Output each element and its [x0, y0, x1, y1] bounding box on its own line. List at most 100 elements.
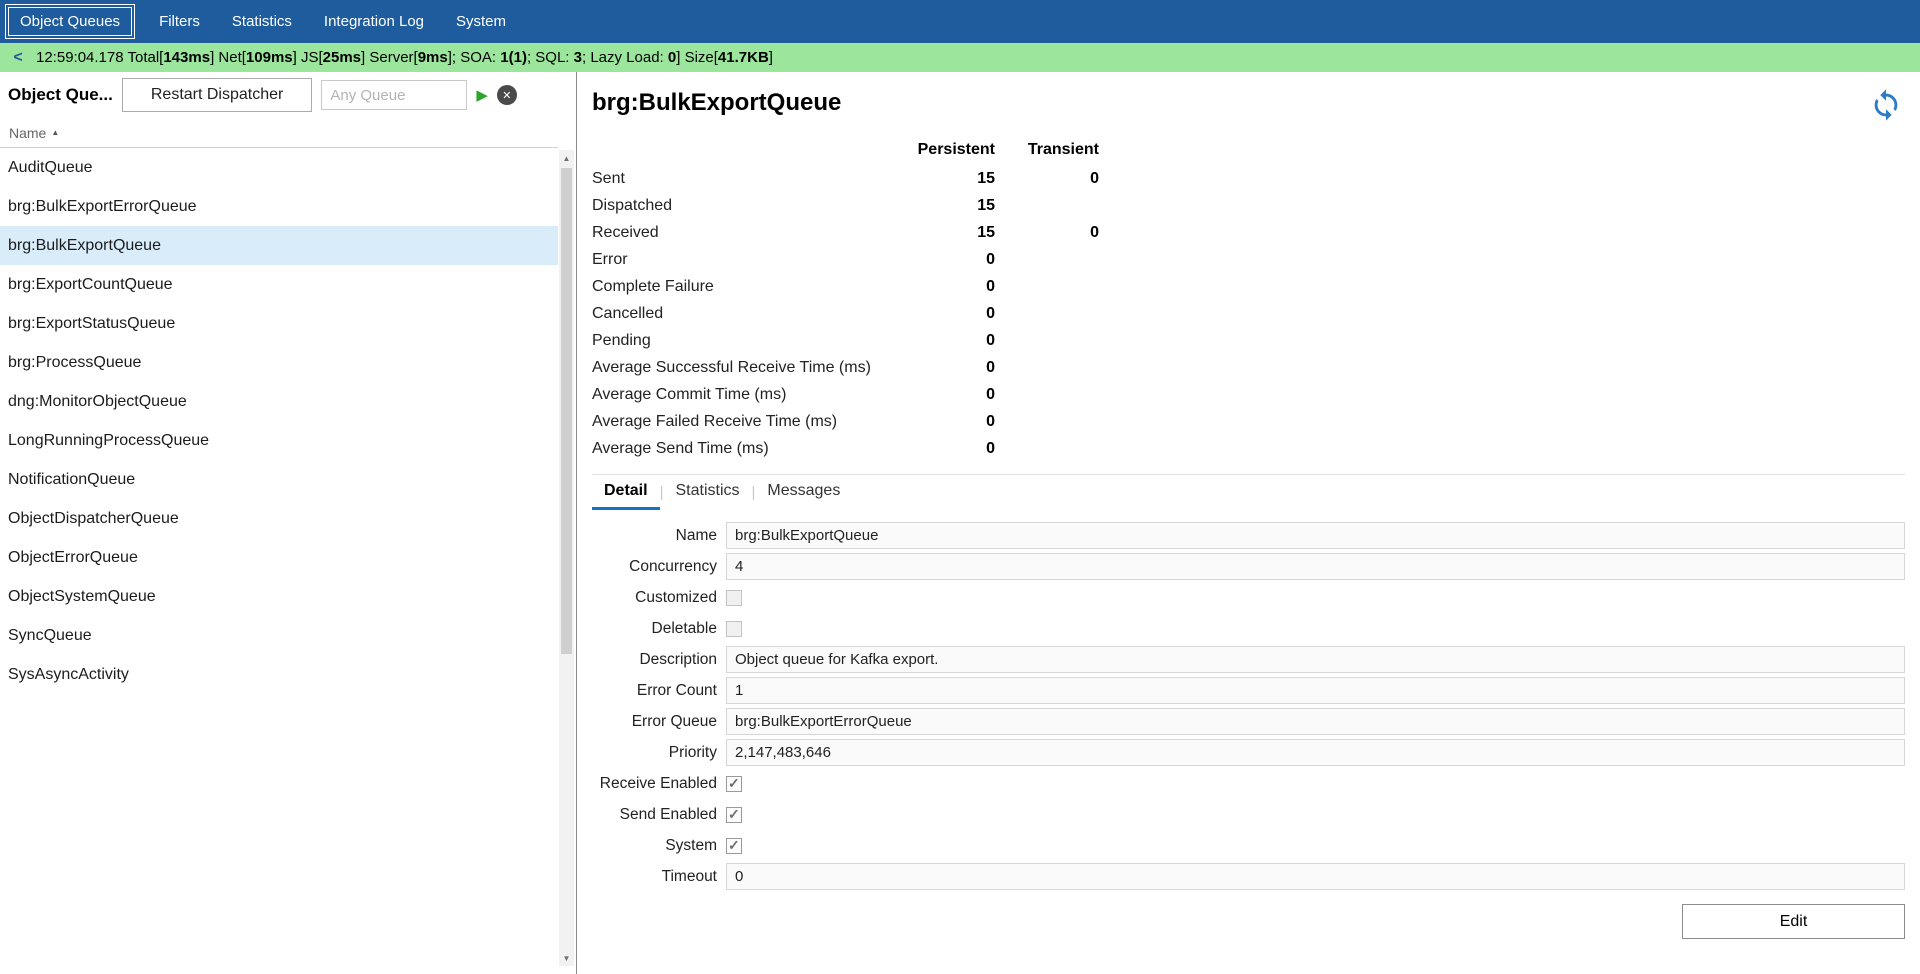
- scrollbar-track[interactable]: [559, 166, 574, 950]
- stats-row-label-average-commit-time-ms: Average Commit Time (ms): [592, 381, 897, 408]
- form-row-concurrency: Concurrency: [592, 553, 1905, 580]
- queue-list-item-objecterrorqueue[interactable]: ObjectErrorQueue: [0, 538, 558, 577]
- refresh-icon[interactable]: [1869, 88, 1903, 127]
- field-label-timeout: Timeout: [592, 868, 726, 886]
- field-label-customized: Customized: [592, 589, 726, 607]
- stats-persistent-value-error: 0: [897, 246, 995, 273]
- panel-title: Object Que...: [8, 85, 113, 105]
- field-description-input[interactable]: [726, 646, 1905, 673]
- stats-persistent-value-dispatched: 15: [897, 192, 995, 219]
- scrollbar-thumb[interactable]: [561, 168, 572, 654]
- stats-persistent-value-complete-failure: 0: [897, 273, 995, 300]
- field-deletable-checkbox[interactable]: [726, 621, 742, 637]
- queue-list-item-syncqueue[interactable]: SyncQueue: [0, 616, 558, 655]
- stats-persistent-value-average-send-time-ms: 0: [897, 435, 995, 462]
- queue-list-item-notificationqueue[interactable]: NotificationQueue: [0, 460, 558, 499]
- field-priority-input[interactable]: [726, 739, 1905, 766]
- scroll-up-icon[interactable]: ▲: [559, 150, 574, 166]
- status-text-segment: ] Net[: [210, 49, 246, 66]
- nav-tab-object-queues[interactable]: Object Queues: [5, 4, 135, 39]
- collapse-status-icon[interactable]: <: [0, 49, 36, 67]
- field-label-description: Description: [592, 651, 726, 669]
- queue-list-item-brg-bulkexportqueue[interactable]: brg:BulkExportQueue: [0, 226, 558, 265]
- queue-list-item-objectdispatcherqueue[interactable]: ObjectDispatcherQueue: [0, 499, 558, 538]
- status-text-segment: ] Size[: [676, 49, 718, 66]
- status-text-segment: ]; SOA:: [448, 49, 501, 66]
- status-text-segment: ]: [769, 49, 773, 66]
- stats-transient-value-received: 0: [995, 219, 1099, 246]
- detail-tab-messages[interactable]: Messages: [755, 475, 852, 510]
- nav-tab-integration-log[interactable]: Integration Log: [308, 0, 440, 43]
- sort-ascending-icon: ▲: [51, 128, 59, 137]
- top-navigation-bar: Object QueuesFiltersStatisticsIntegratio…: [0, 0, 1920, 43]
- field-receive-enabled-checkbox[interactable]: [726, 776, 742, 792]
- stats-column-header-transient: Transient: [995, 141, 1099, 165]
- queue-list-item-auditqueue[interactable]: AuditQueue: [0, 148, 558, 187]
- status-metric-value: 0: [668, 49, 676, 66]
- scroll-down-icon[interactable]: ▼: [559, 950, 574, 966]
- stats-transient-value-error: [995, 246, 1099, 273]
- status-text-segment: ; Lazy Load:: [582, 49, 668, 66]
- nav-tab-statistics[interactable]: Statistics: [216, 0, 308, 43]
- status-metric-value: 3: [574, 49, 582, 66]
- stats-row-label-received: Received: [592, 219, 897, 246]
- queue-detail-panel: brg:BulkExportQueue PersistentTransientS…: [577, 72, 1920, 974]
- run-search-icon[interactable]: ▶: [476, 88, 488, 103]
- queue-list-item-brg-exportcountqueue[interactable]: brg:ExportCountQueue: [0, 265, 558, 304]
- stats-column-header-persistent: Persistent: [897, 141, 995, 165]
- queue-list: AuditQueuebrg:BulkExportErrorQueuebrg:Bu…: [0, 148, 576, 974]
- field-concurrency-input[interactable]: [726, 553, 1905, 580]
- field-customized-checkbox[interactable]: [726, 590, 742, 606]
- clear-search-icon[interactable]: ✕: [497, 85, 517, 105]
- status-text-segment: ] JS[: [293, 49, 323, 66]
- stats-transient-value-complete-failure: [995, 273, 1099, 300]
- status-text: 12:59:04.178 Total[143ms] Net[109ms] JS[…: [36, 49, 773, 66]
- field-send-enabled-checkbox[interactable]: [726, 807, 742, 823]
- restart-dispatcher-button[interactable]: Restart Dispatcher: [122, 78, 313, 112]
- field-label-send-enabled: Send Enabled: [592, 806, 726, 824]
- stats-transient-value-pending: [995, 327, 1099, 354]
- status-metric-value: 41.7KB: [718, 49, 769, 66]
- detail-tab-detail[interactable]: Detail: [592, 475, 660, 510]
- status-metric-value: 1(1): [500, 49, 527, 66]
- field-error-queue-input[interactable]: [726, 708, 1905, 735]
- queue-list-item-brg-bulkexporterrorqueue[interactable]: brg:BulkExportErrorQueue: [0, 187, 558, 226]
- queue-list-item-dng-monitorobjectqueue[interactable]: dng:MonitorObjectQueue: [0, 382, 558, 421]
- field-error-count-input[interactable]: [726, 677, 1905, 704]
- stats-transient-value-sent: 0: [995, 165, 1099, 192]
- form-row-error-count: Error Count: [592, 677, 1905, 704]
- name-column-header[interactable]: Name ▲: [0, 118, 558, 148]
- queue-list-item-longrunningprocessqueue[interactable]: LongRunningProcessQueue: [0, 421, 558, 460]
- edit-button[interactable]: Edit: [1682, 904, 1905, 939]
- queue-list-scrollbar[interactable]: ▲ ▼: [559, 150, 574, 966]
- status-metric-value: 9ms: [418, 49, 448, 66]
- queue-list-item-brg-processqueue[interactable]: brg:ProcessQueue: [0, 343, 558, 382]
- nav-tab-filters[interactable]: Filters: [143, 0, 216, 43]
- form-row-customized: Customized: [592, 584, 1905, 611]
- application-window: Object QueuesFiltersStatisticsIntegratio…: [0, 0, 1920, 974]
- stats-persistent-value-average-commit-time-ms: 0: [897, 381, 995, 408]
- stats-persistent-value-average-successful-receive-time-ms: 0: [897, 354, 995, 381]
- queue-panel-header: Object Que... Restart Dispatcher ▶ ✕: [0, 72, 576, 118]
- field-timeout-input[interactable]: [726, 863, 1905, 890]
- field-system-checkbox[interactable]: [726, 838, 742, 854]
- status-text-segment: ] Server[: [361, 49, 418, 66]
- nav-tab-system[interactable]: System: [440, 0, 522, 43]
- queue-list-item-sysasyncactivity[interactable]: SysAsyncActivity: [0, 655, 558, 694]
- stats-row-label-average-failed-receive-time-ms: Average Failed Receive Time (ms): [592, 408, 897, 435]
- detail-tab-statistics[interactable]: Statistics: [663, 475, 751, 510]
- queue-list-item-brg-exportstatusqueue[interactable]: brg:ExportStatusQueue: [0, 304, 558, 343]
- form-row-receive-enabled: Receive Enabled: [592, 770, 1905, 797]
- stats-transient-value-average-commit-time-ms: [995, 381, 1099, 408]
- form-row-send-enabled: Send Enabled: [592, 801, 1905, 828]
- queue-detail-form: NameConcurrencyCustomizedDeletableDescri…: [592, 522, 1905, 894]
- performance-status-bar: < 12:59:04.178 Total[143ms] Net[109ms] J…: [0, 43, 1920, 72]
- queue-list-item-objectsystemqueue[interactable]: ObjectSystemQueue: [0, 577, 558, 616]
- field-label-system: System: [592, 837, 726, 855]
- stats-row-label-cancelled: Cancelled: [592, 300, 897, 327]
- stats-corner: [592, 141, 897, 165]
- field-name-input[interactable]: [726, 522, 1905, 549]
- queue-search-input[interactable]: [321, 80, 467, 110]
- form-row-description: Description: [592, 646, 1905, 673]
- stats-transient-value-average-successful-receive-time-ms: [995, 354, 1099, 381]
